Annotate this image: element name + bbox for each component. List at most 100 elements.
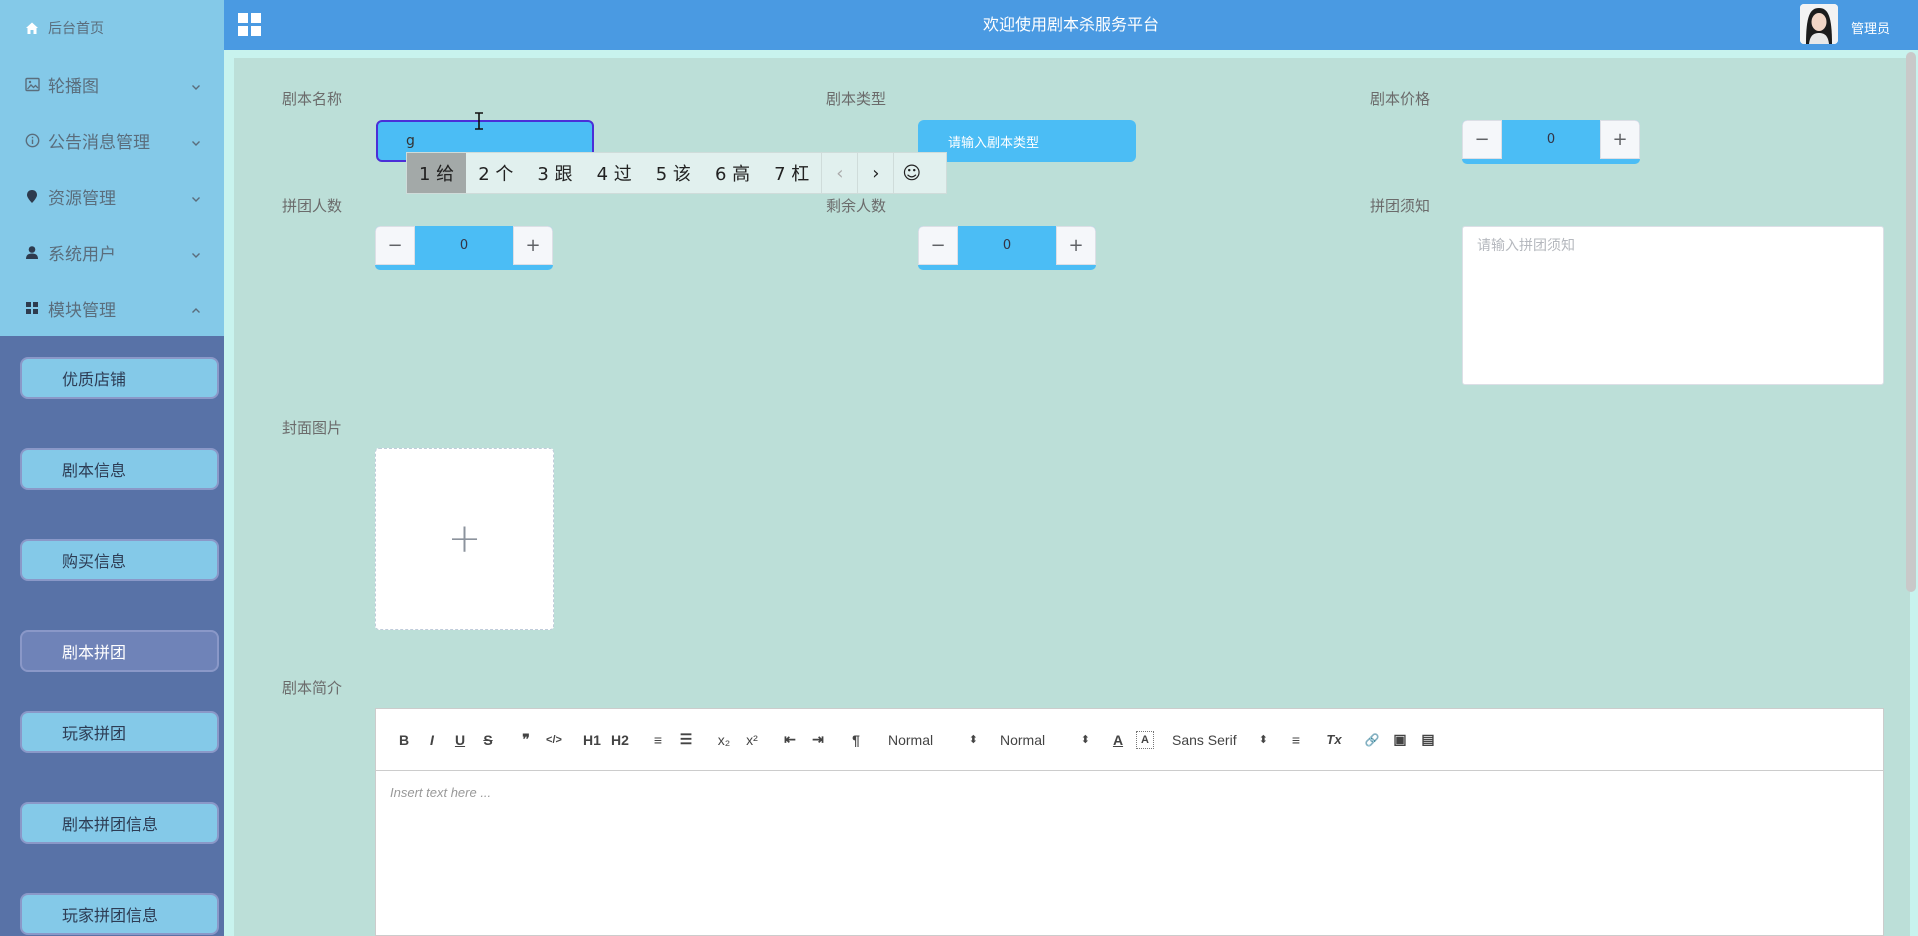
page-scrollbar[interactable] xyxy=(1906,52,1916,592)
sidebar-item-resources[interactable]: 资源管理 xyxy=(0,168,224,224)
script-price-label: 剧本价格 xyxy=(1370,90,1431,108)
chevron-up-icon xyxy=(190,302,202,314)
sidebar: 后台首页 轮播图 公告消息管理 资源管理 系统用户 模块管理 优质店铺 剧本信息… xyxy=(0,0,224,936)
script-type-label: 剧本类型 xyxy=(826,90,887,108)
avatar[interactable] xyxy=(1800,4,1838,44)
sidebar-item-carousel[interactable]: 轮播图 xyxy=(0,56,224,112)
submenu-script-group-info[interactable]: 剧本拼团信息 xyxy=(20,802,219,844)
submenu-script-group[interactable]: 剧本拼团 xyxy=(20,630,219,672)
font-select-value: Sans Serif xyxy=(1172,731,1237,748)
chevron-down-icon xyxy=(190,78,202,90)
subscript-button[interactable]: x₂ xyxy=(710,726,738,754)
rich-text-editor: B I U S ❞ </> H1 H2 ≡ ☰ x₂ x² ⇤ ⇥ ¶ Norm… xyxy=(375,708,1884,936)
submenu-script-info[interactable]: 剧本信息 xyxy=(20,448,219,490)
username-label[interactable]: 管理员 xyxy=(1851,18,1890,37)
sidebar-item-announcements[interactable]: 公告消息管理 xyxy=(0,112,224,168)
text-color-button[interactable]: A xyxy=(1104,726,1132,754)
home-icon xyxy=(24,20,40,36)
decrement-button[interactable]: − xyxy=(375,226,415,265)
background-color-button[interactable]: A xyxy=(1136,730,1154,749)
info-icon xyxy=(24,132,40,148)
increment-button[interactable]: + xyxy=(1056,226,1096,265)
sidebar-item-label: 模块管理 xyxy=(48,300,116,321)
plus-icon: + xyxy=(447,516,482,562)
ime-candidate[interactable]: 7 杠 xyxy=(762,153,821,193)
select-arrows-icon: ⬍ xyxy=(1080,734,1090,746)
ime-candidate[interactable]: 5 该 xyxy=(644,153,703,193)
decrement-button[interactable]: − xyxy=(1462,120,1502,159)
image-icon xyxy=(24,76,40,92)
ime-candidate[interactable]: 3 跟 xyxy=(525,153,584,193)
underline-button[interactable]: U xyxy=(446,726,474,754)
editor-content[interactable]: Insert text here ... xyxy=(376,771,1883,814)
group-notice-label: 拼团须知 xyxy=(1370,197,1431,215)
user-icon xyxy=(24,244,40,260)
sidebar-item-modules[interactable]: 模块管理 xyxy=(0,280,224,336)
strike-button[interactable]: S xyxy=(474,726,502,754)
ordered-list-button[interactable]: ≡ xyxy=(644,726,672,754)
sidebar-item-label: 资源管理 xyxy=(48,188,116,209)
remaining-stepper: − 0 + xyxy=(918,226,1096,270)
heading1-button[interactable]: H1 xyxy=(578,726,606,754)
script-type-input[interactable]: 请输入剧本类型 xyxy=(918,120,1136,162)
ime-candidate[interactable]: 2 个 xyxy=(466,153,525,193)
emoji-icon[interactable]: ☺ xyxy=(893,153,929,193)
ime-next-icon[interactable]: › xyxy=(857,153,893,193)
increment-button[interactable]: + xyxy=(1600,120,1640,159)
ime-prev-icon[interactable]: ‹ xyxy=(821,153,857,193)
font-select[interactable]: Sans Serif ⬍ xyxy=(1168,732,1272,748)
text-cursor-icon xyxy=(474,112,484,130)
indent-button[interactable]: ⇥ xyxy=(804,726,832,754)
italic-button[interactable]: I xyxy=(418,726,446,754)
bullet-list-button[interactable]: ☰ xyxy=(672,726,700,754)
video-button[interactable]: ▤ xyxy=(1414,726,1442,754)
image-button[interactable]: ▣ xyxy=(1386,726,1414,754)
chevron-down-icon xyxy=(190,190,202,202)
sidebar-item-system-users[interactable]: 系统用户 xyxy=(0,224,224,280)
decrement-button[interactable]: − xyxy=(918,226,958,265)
size-select[interactable]: Normal ⬍ xyxy=(996,732,1094,748)
script-name-label: 剧本名称 xyxy=(282,90,343,108)
heading2-button[interactable]: H2 xyxy=(606,726,634,754)
page-title: 欢迎使用剧本杀服务平台 xyxy=(982,15,1159,34)
link-button[interactable]: 🔗 xyxy=(1358,726,1386,754)
align-button[interactable]: ≡ xyxy=(1282,726,1310,754)
location-icon xyxy=(24,188,40,204)
script-intro-label: 剧本简介 xyxy=(282,679,343,697)
sidebar-item-label: 后台首页 xyxy=(48,21,104,37)
superscript-button[interactable]: x² xyxy=(738,726,766,754)
sidebar-item-label: 轮播图 xyxy=(48,76,99,97)
blockquote-button[interactable]: ❞ xyxy=(512,726,540,754)
submenu-player-group-info[interactable]: 玩家拼团信息 xyxy=(20,893,219,935)
outdent-button[interactable]: ⇤ xyxy=(776,726,804,754)
chevron-down-icon xyxy=(190,134,202,146)
group-size-label: 拼团人数 xyxy=(282,197,343,215)
group-size-stepper: − 0 + xyxy=(375,226,553,270)
remaining-value[interactable]: 0 xyxy=(958,226,1056,265)
bold-button[interactable]: B xyxy=(390,726,418,754)
cover-image-upload[interactable]: + xyxy=(375,448,554,630)
size-select-value: Normal xyxy=(1000,731,1046,748)
ime-candidate[interactable]: 4 过 xyxy=(585,153,644,193)
group-notice-textarea[interactable]: 请输入拼团须知 xyxy=(1462,226,1884,385)
submenu-purchase-info[interactable]: 购买信息 xyxy=(20,539,219,581)
ime-candidate[interactable]: 6 高 xyxy=(703,153,762,193)
ime-candidate-bar: 1 给 2 个 3 跟 4 过 5 该 6 高 7 杠 ‹ › ☺ xyxy=(406,152,947,194)
select-arrows-icon: ⬍ xyxy=(1258,734,1268,746)
sidebar-item-label: 公告消息管理 xyxy=(48,132,150,153)
remaining-label: 剩余人数 xyxy=(826,197,887,215)
text-direction-button[interactable]: ¶ xyxy=(842,726,870,754)
select-arrows-icon: ⬍ xyxy=(968,734,978,746)
header-select[interactable]: Normal ⬍ xyxy=(884,732,982,748)
script-price-value[interactable]: 0 xyxy=(1502,120,1600,159)
sidebar-menu: 后台首页 轮播图 公告消息管理 资源管理 系统用户 模块管理 xyxy=(0,0,224,336)
submenu-quality-stores[interactable]: 优质店铺 xyxy=(20,357,219,399)
clean-format-button[interactable]: Tx xyxy=(1320,726,1348,754)
increment-button[interactable]: + xyxy=(513,226,553,265)
ime-candidate[interactable]: 1 给 xyxy=(407,153,467,193)
submenu-player-group[interactable]: 玩家拼团 xyxy=(20,711,219,753)
sidebar-item-home[interactable]: 后台首页 xyxy=(0,0,224,56)
editor-toolbar: B I U S ❞ </> H1 H2 ≡ ☰ x₂ x² ⇤ ⇥ ¶ Norm… xyxy=(376,709,1883,771)
group-size-value[interactable]: 0 xyxy=(415,226,513,265)
code-block-button[interactable]: </> xyxy=(540,726,568,754)
